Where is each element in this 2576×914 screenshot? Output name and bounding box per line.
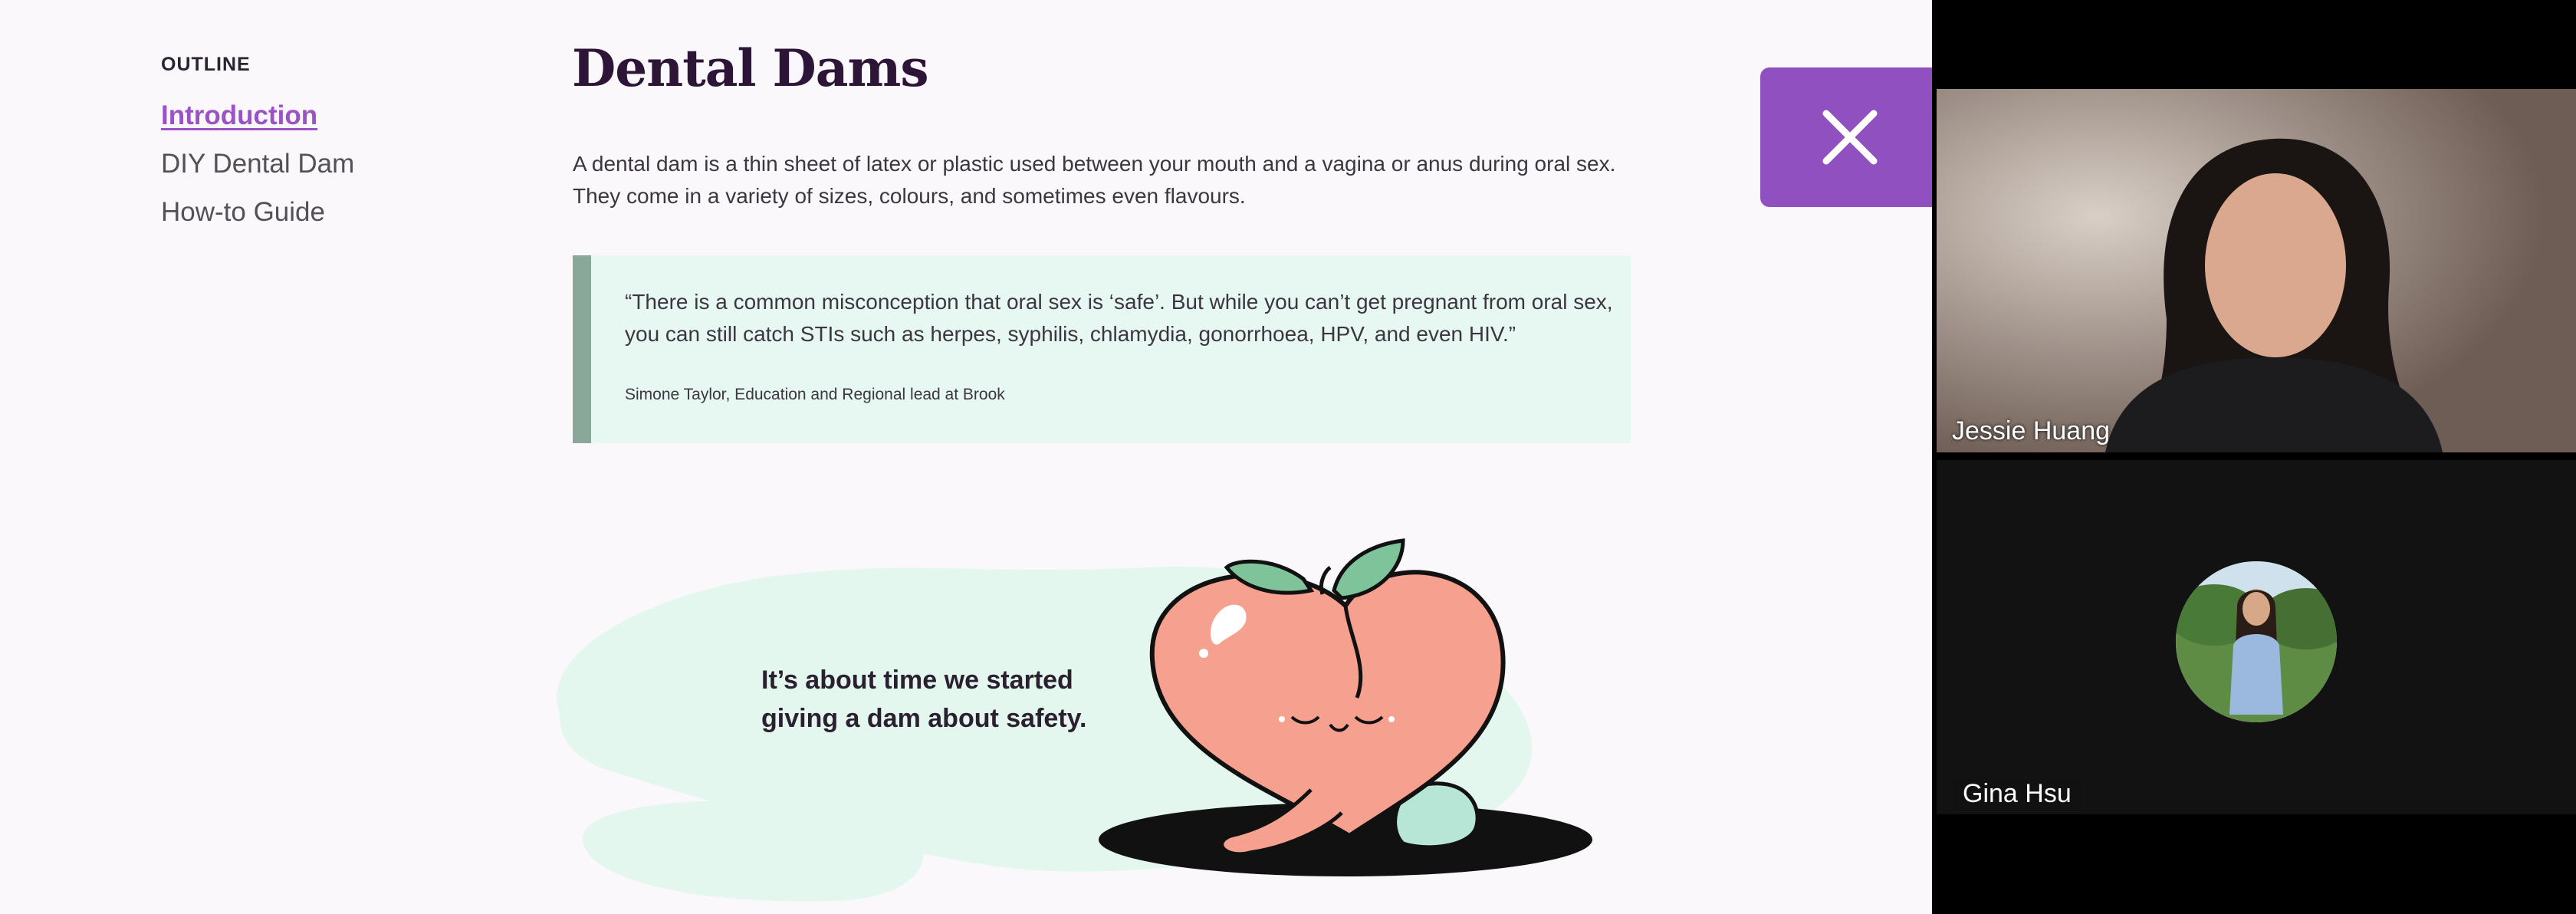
tagline-line-1: It’s about time we started — [761, 666, 1073, 695]
quote-text: “There is a common misconception that or… — [625, 290, 1613, 346]
participant-video — [1937, 89, 2576, 452]
mint-blob-small — [582, 801, 924, 902]
close-icon — [1822, 110, 1878, 165]
intro-paragraph: A dental dam is a thin sheet of latex or… — [573, 152, 1616, 208]
outline-nav: OUTLINE Introduction DIY Dental Dam How-… — [161, 54, 468, 244]
quote-block: “There is a common misconception that or… — [573, 255, 1631, 443]
tagline: It’s about time we started giving a dam … — [761, 661, 1160, 738]
page-title: Dental Dams — [572, 38, 929, 98]
outline-heading: OUTLINE — [161, 54, 251, 75]
participant-name: Gina Hsu — [1953, 778, 2081, 810]
participant-video-tile[interactable]: Jessie Huang — [1937, 89, 2576, 452]
outline-item-introduction[interactable]: Introduction — [161, 99, 468, 132]
article-page: OUTLINE Introduction DIY Dental Dam How-… — [0, 0, 1937, 914]
avatar — [2176, 561, 2337, 722]
participant-name: Jessie Huang — [1952, 416, 2111, 445]
close-button[interactable] — [1760, 67, 1937, 207]
quote-citation: Simone Taylor, Education and Regional le… — [625, 386, 1005, 403]
video-call-panel: Jessie Huang Gina Hsu — [1932, 0, 2576, 914]
participant-tile[interactable]: Gina Hsu — [1937, 460, 2576, 814]
outline-item-how-to-guide[interactable]: How-to Guide — [161, 196, 468, 228]
outline-item-diy-dental-dam[interactable]: DIY Dental Dam — [161, 147, 468, 180]
tagline-line-2: giving a dam about safety. — [761, 704, 1087, 733]
